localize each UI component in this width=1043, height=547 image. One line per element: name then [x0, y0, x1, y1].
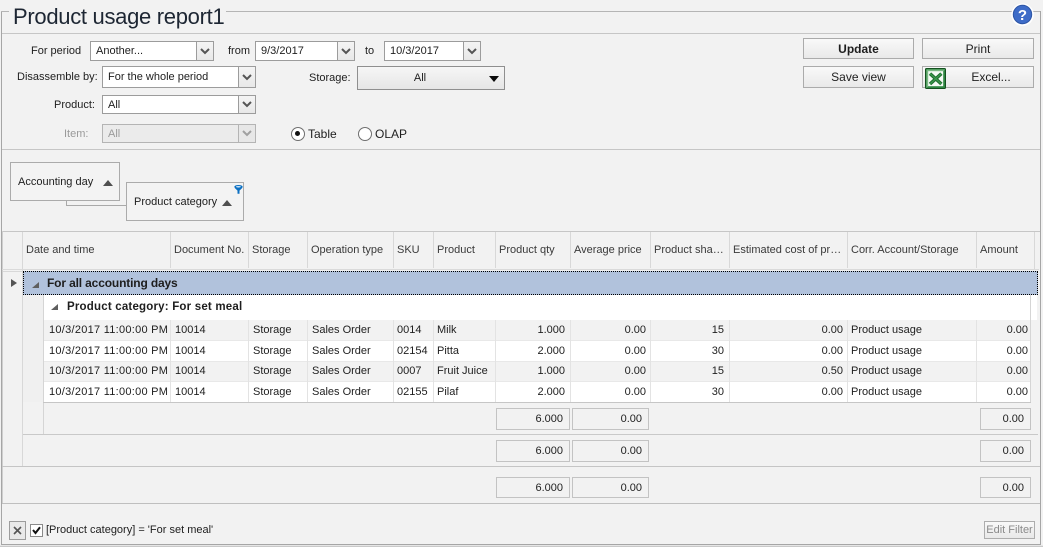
svg-text:?: ? [1018, 7, 1027, 24]
